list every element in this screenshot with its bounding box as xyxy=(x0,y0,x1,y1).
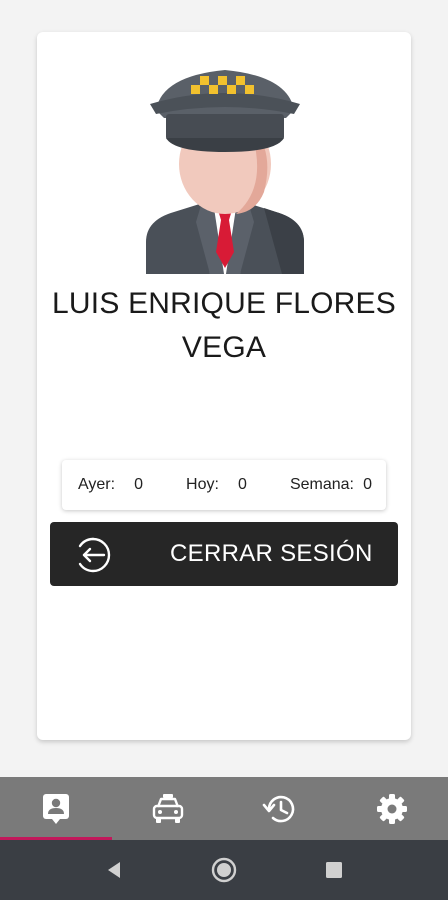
logout-icon xyxy=(78,537,111,573)
stat-week: Semana: 0 xyxy=(290,476,372,494)
home-circle-icon xyxy=(211,857,237,883)
back-triangle-icon xyxy=(108,862,120,878)
trip-stats-panel: Ayer: 0 Hoy: 0 Semana: 0 xyxy=(62,460,386,510)
system-recents-button[interactable] xyxy=(279,840,389,900)
stat-week-value: 0 xyxy=(363,476,372,493)
stat-today: Hoy: 0 xyxy=(186,476,247,494)
stat-yesterday-value: 0 xyxy=(134,476,144,493)
tab-taxi[interactable] xyxy=(112,777,224,840)
taxi-icon xyxy=(152,793,184,823)
stat-week-label: Semana: xyxy=(289,476,354,493)
bottom-navigation xyxy=(0,777,448,840)
stat-yesterday-label: Ayer: xyxy=(78,476,116,493)
driver-name: LUIS ENRIQUE FLORES VEGA xyxy=(52,287,396,364)
gear-icon xyxy=(377,793,407,824)
system-home-button[interactable] xyxy=(169,840,279,900)
system-back-button[interactable] xyxy=(59,840,169,900)
recents-square-icon xyxy=(326,862,342,878)
tab-settings[interactable] xyxy=(336,777,448,840)
logout-label: CERRAR SESIÓN xyxy=(170,540,373,567)
tab-profile[interactable] xyxy=(0,777,112,840)
tab-history[interactable] xyxy=(224,777,336,840)
taxi-driver-avatar xyxy=(146,70,304,274)
history-icon xyxy=(262,795,295,822)
profile-badge-icon xyxy=(43,793,69,824)
stat-today-value: 0 xyxy=(238,476,247,493)
stat-today-label: Hoy: xyxy=(186,476,219,493)
system-navigation-bar xyxy=(0,840,448,900)
stat-yesterday: Ayer: 0 xyxy=(78,476,143,494)
profile-card: LUIS ENRIQUE FLORES VEGA Ayer: 0 Hoy: 0 … xyxy=(37,32,411,740)
logout-button[interactable]: CERRAR SESIÓN xyxy=(50,522,398,586)
